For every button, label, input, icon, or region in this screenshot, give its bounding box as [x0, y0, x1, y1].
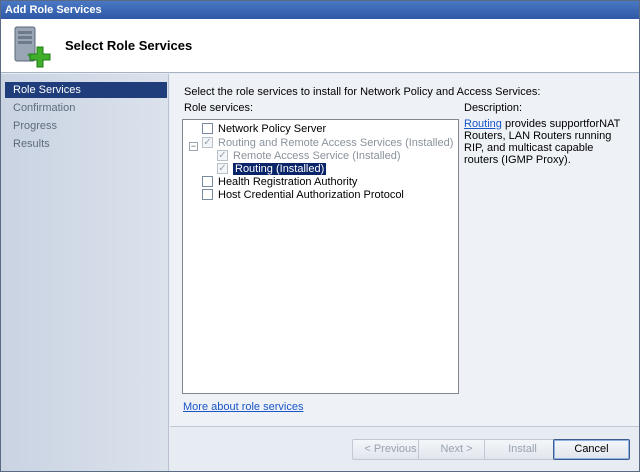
checkbox: ✓: [202, 137, 213, 148]
tree-item-label: Health Registration Authority: [218, 176, 358, 188]
tree-item-label: Routing and Remote Access Services (Inst…: [218, 137, 454, 149]
tree-item-network-policy-server[interactable]: Network Policy Server: [202, 123, 326, 136]
checkbox[interactable]: [202, 189, 213, 200]
more-about-role-services-link[interactable]: More about role services: [183, 401, 303, 413]
server-add-icon: [14, 26, 51, 68]
nav-item-results[interactable]: Results: [5, 136, 167, 152]
cancel-button[interactable]: Cancel: [553, 439, 630, 460]
wizard-nav: Role Services Confirmation Progress Resu…: [1, 74, 169, 471]
tree-item-label: Remote Access Service (Installed): [233, 150, 401, 162]
wizard-header: Select Role Services: [1, 19, 639, 73]
nav-item-role-services[interactable]: Role Services: [5, 82, 167, 98]
tree-item-label: Network Policy Server: [218, 123, 327, 135]
window-title: Add Role Services: [1, 1, 639, 19]
add-role-services-window: Add Role Services Select Role Services R…: [0, 0, 640, 472]
checkbox: ✓: [217, 163, 228, 174]
description-label: Description:: [464, 102, 523, 114]
checkbox[interactable]: [202, 176, 213, 187]
description-text: Routing provides supportforNAT Routers, …: [464, 118, 624, 166]
content-panel: Select the role services to install for …: [170, 74, 639, 426]
tree-item-remote-access-service[interactable]: ✓ Remote Access Service (Installed): [217, 150, 401, 163]
checkbox[interactable]: [202, 123, 213, 134]
install-button[interactable]: Install: [484, 439, 561, 460]
tree-item-routing-remote-access[interactable]: ✓ Routing and Remote Access Services (Ins…: [202, 137, 453, 150]
checkbox: ✓: [217, 150, 228, 161]
role-services-tree[interactable]: − Network Policy Server ✓ Routing and Rem…: [182, 119, 459, 394]
tree-item-label: Routing (Installed): [231, 162, 328, 176]
tree-item-routing[interactable]: ✓ Routing (Installed): [217, 162, 328, 176]
nav-item-progress[interactable]: Progress: [5, 118, 167, 134]
button-bar: < Previous Next > Install Cancel: [170, 426, 639, 471]
tree-item-label: Host Credential Authorization Protocol: [218, 189, 404, 201]
instruction-text: Select the role services to install for …: [184, 86, 541, 98]
tree-item-health-registration[interactable]: Health Registration Authority: [202, 176, 357, 189]
routing-link[interactable]: Routing: [464, 118, 502, 130]
tree-item-host-credential[interactable]: Host Credential Authorization Protocol: [202, 189, 404, 202]
collapse-icon[interactable]: −: [189, 142, 198, 151]
page-title: Select Role Services: [65, 38, 193, 53]
nav-item-confirmation[interactable]: Confirmation: [5, 100, 167, 116]
role-services-label: Role services:: [184, 102, 254, 114]
